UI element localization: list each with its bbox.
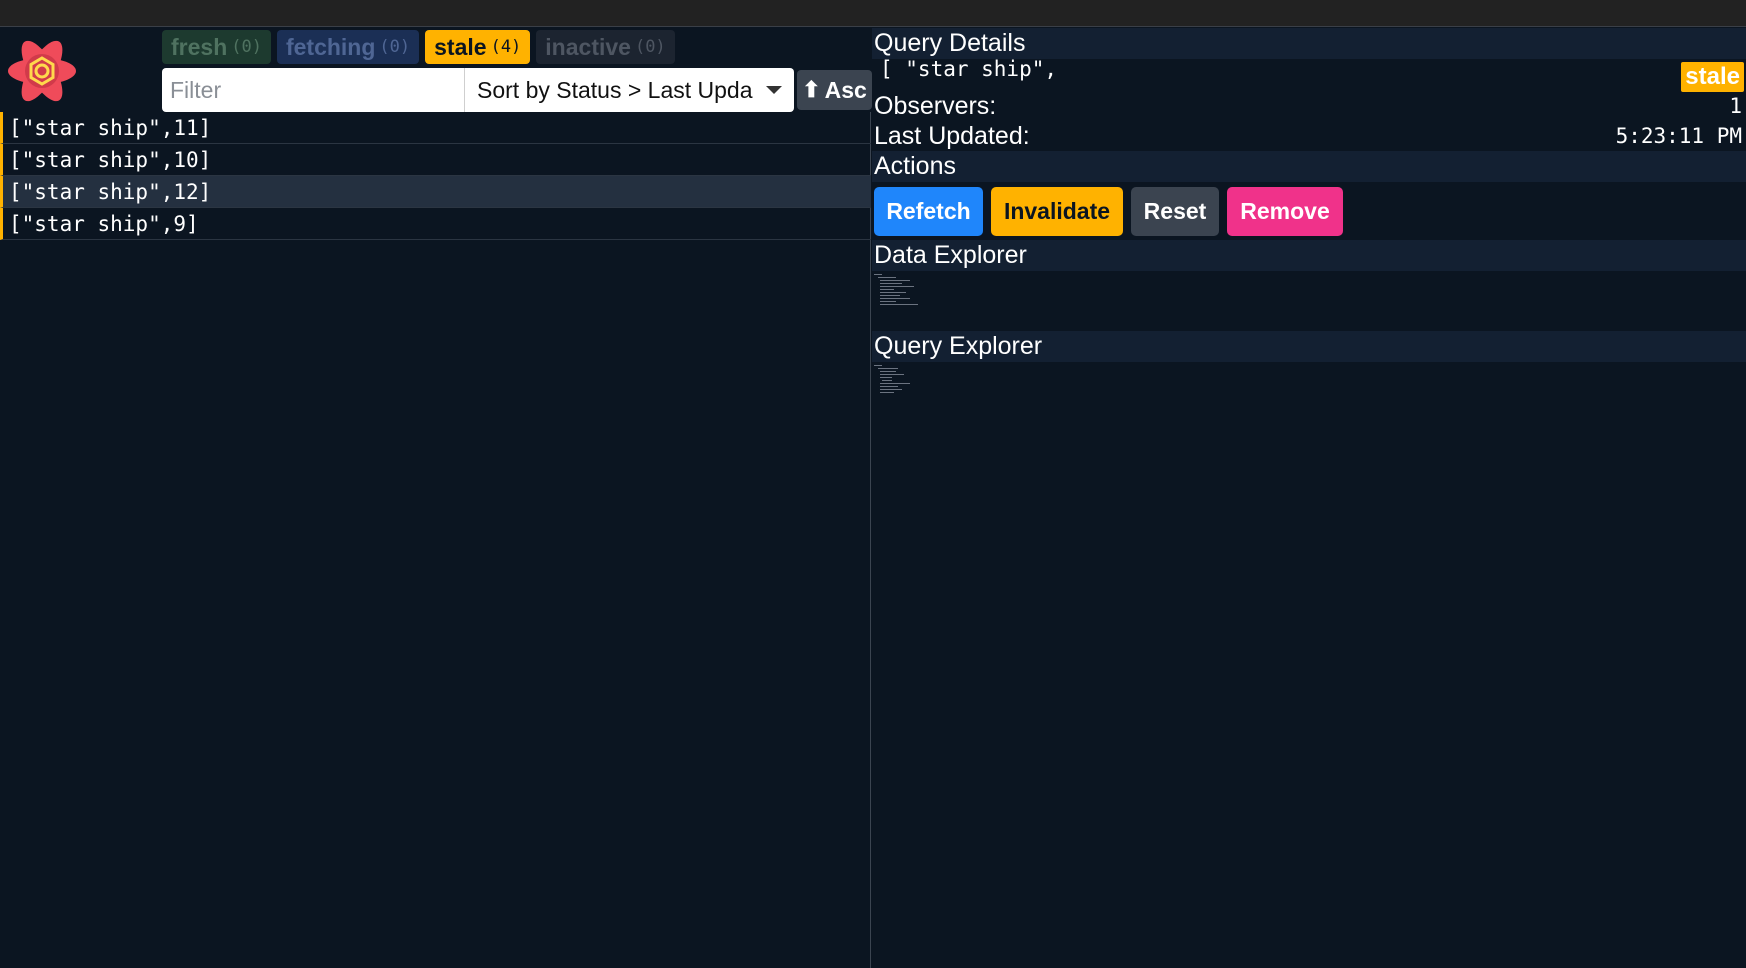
window-top-bar <box>0 0 1746 27</box>
query-row[interactable]: ["star ship",11] <box>0 112 871 144</box>
fresh-count: (0) <box>231 37 262 57</box>
last-updated-row: Last Updated: 5:23:11 PM <box>872 121 1746 151</box>
query-row-selected[interactable]: ["star ship",12] <box>0 176 871 208</box>
refetch-button[interactable]: Refetch <box>874 186 983 236</box>
query-details-key: [ "star ship", <box>880 57 1058 81</box>
list-controls: Sort by Status > Last Upda ⬆ Asc <box>162 68 872 112</box>
reset-button[interactable]: Reset <box>1131 186 1219 236</box>
sort-selected-value: Sort by Status > Last Upda <box>477 76 753 103</box>
chevron-down-icon <box>766 86 782 94</box>
actions-heading: Actions <box>872 151 1746 182</box>
arrow-up-icon: ⬆ <box>802 77 821 102</box>
data-explorer-heading: Data Explorer <box>872 240 1746 271</box>
devtools-header: fresh (0) fetching (0) stale (4) inactive (0… <box>0 28 872 112</box>
fetching-count: (0) <box>379 37 411 57</box>
status-badges: fresh (0) fetching (0) stale (4) inactive (0… <box>162 30 675 64</box>
query-row[interactable]: ["star ship",10] <box>0 144 871 176</box>
filter-input[interactable] <box>162 68 464 112</box>
query-key: ["star ship",12] <box>9 179 212 204</box>
fetching-label: fetching <box>285 33 376 60</box>
last-updated-value: 5:23:11 PM <box>1615 124 1742 148</box>
query-key: ["star ship",9] <box>9 211 199 236</box>
observers-label: Observers: <box>874 91 997 120</box>
inactive-badge: inactive (0) <box>536 30 675 64</box>
remove-button[interactable]: Remove <box>1227 186 1343 236</box>
stale-label: stale <box>434 33 487 60</box>
actions-bar: Refetch Invalidate Reset Remove <box>872 182 1746 240</box>
observers-value: 1 <box>1729 94 1742 118</box>
inactive-count: (0) <box>634 37 666 57</box>
observers-row: Observers: 1 <box>872 91 1746 121</box>
invalidate-button[interactable]: Invalidate <box>991 186 1123 236</box>
query-details-heading: Query Details <box>872 28 1746 59</box>
sort-order-button[interactable]: ⬆ Asc <box>797 70 872 110</box>
data-explorer-tree <box>874 274 924 329</box>
query-key: ["star ship",10] <box>9 147 212 172</box>
query-details-panel: Query Details [ "star ship", stale Obser… <box>872 28 1746 968</box>
fetching-badge: fetching (0) <box>276 30 420 64</box>
query-row[interactable]: ["star ship",9] <box>0 208 871 240</box>
query-details-key-row: [ "star ship", stale <box>872 57 1746 92</box>
query-key: ["star ship",11] <box>9 115 212 140</box>
query-explorer[interactable] <box>872 362 1746 422</box>
fresh-badge: fresh (0) <box>162 30 271 64</box>
sort-select[interactable]: Sort by Status > Last Upda <box>464 68 794 112</box>
stale-badge: stale (4) <box>425 30 531 64</box>
last-updated-label: Last Updated: <box>874 121 1030 150</box>
inactive-label: inactive <box>545 33 631 60</box>
query-list: ["star ship",11] ["star ship",10] ["star… <box>0 112 871 240</box>
react-query-logo-icon[interactable] <box>4 36 80 106</box>
fresh-label: fresh <box>171 33 228 60</box>
stale-count: (4) <box>490 37 522 57</box>
query-list-panel: fresh (0) fetching (0) stale (4) inactive (0… <box>0 28 872 968</box>
query-explorer-heading: Query Explorer <box>872 331 1746 362</box>
data-explorer[interactable] <box>872 271 1746 331</box>
sort-order-label: Asc <box>824 76 867 103</box>
query-explorer-tree <box>874 365 924 420</box>
query-status-tag: stale <box>1681 62 1744 92</box>
